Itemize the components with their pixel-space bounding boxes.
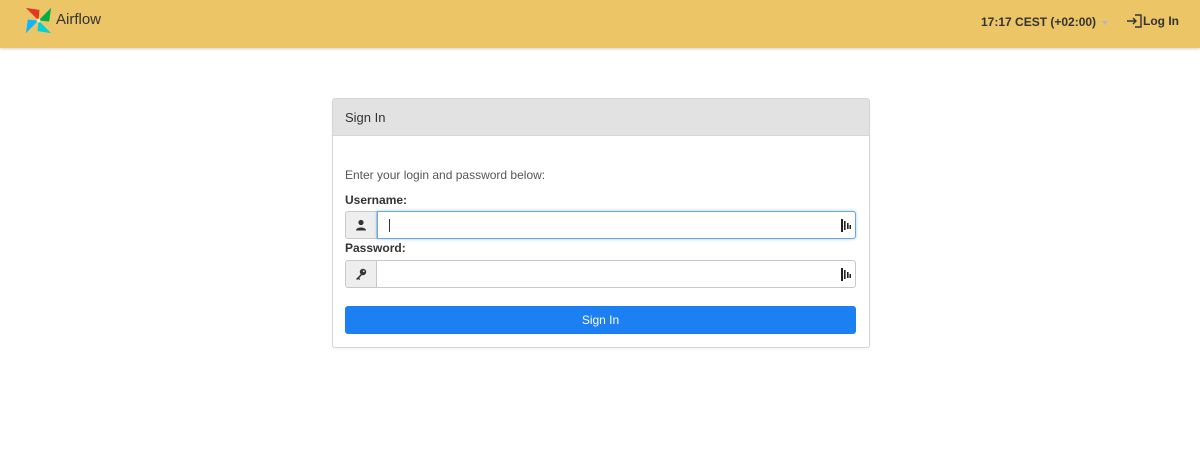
user-icon: [356, 219, 366, 231]
chevron-down-icon: [1102, 20, 1109, 25]
brand[interactable]: Airflow: [23, 4, 101, 36]
app-name: Airflow: [56, 10, 102, 28]
clock-text: 17:17 CEST (+02:00): [981, 15, 1097, 29]
username-input[interactable]: [378, 212, 855, 238]
username-addon: [345, 211, 377, 239]
sign-in-panel: Sign In Enter your login and password be…: [332, 98, 870, 348]
username-group: [345, 211, 856, 239]
username-label: Username:: [345, 193, 408, 207]
sign-in-icon: [1127, 14, 1142, 28]
panel-title: Sign In: [333, 99, 869, 136]
sign-in-button[interactable]: Sign In: [345, 306, 856, 334]
password-addon: [345, 260, 377, 288]
login-label: Log In: [1143, 14, 1179, 28]
navbar: Airflow 17:17 CEST (+02:00) Log In: [0, 0, 1200, 48]
intro-text: Enter your login and password below:: [345, 168, 546, 182]
text-cursor: [389, 219, 390, 232]
password-group: [345, 260, 856, 288]
password-label: Password:: [345, 241, 406, 255]
key-icon: [356, 268, 367, 280]
username-field-wrapper: [377, 211, 856, 239]
password-field-wrapper: [377, 260, 856, 288]
login-link[interactable]: Log In: [1126, 14, 1179, 28]
password-manager-icon[interactable]: [841, 219, 851, 232]
password-manager-icon[interactable]: [841, 268, 851, 281]
password-input[interactable]: [377, 261, 855, 287]
clock-menu[interactable]: 17:17 CEST (+02:00): [981, 15, 1109, 29]
airflow-logo-icon: [25, 7, 52, 33]
